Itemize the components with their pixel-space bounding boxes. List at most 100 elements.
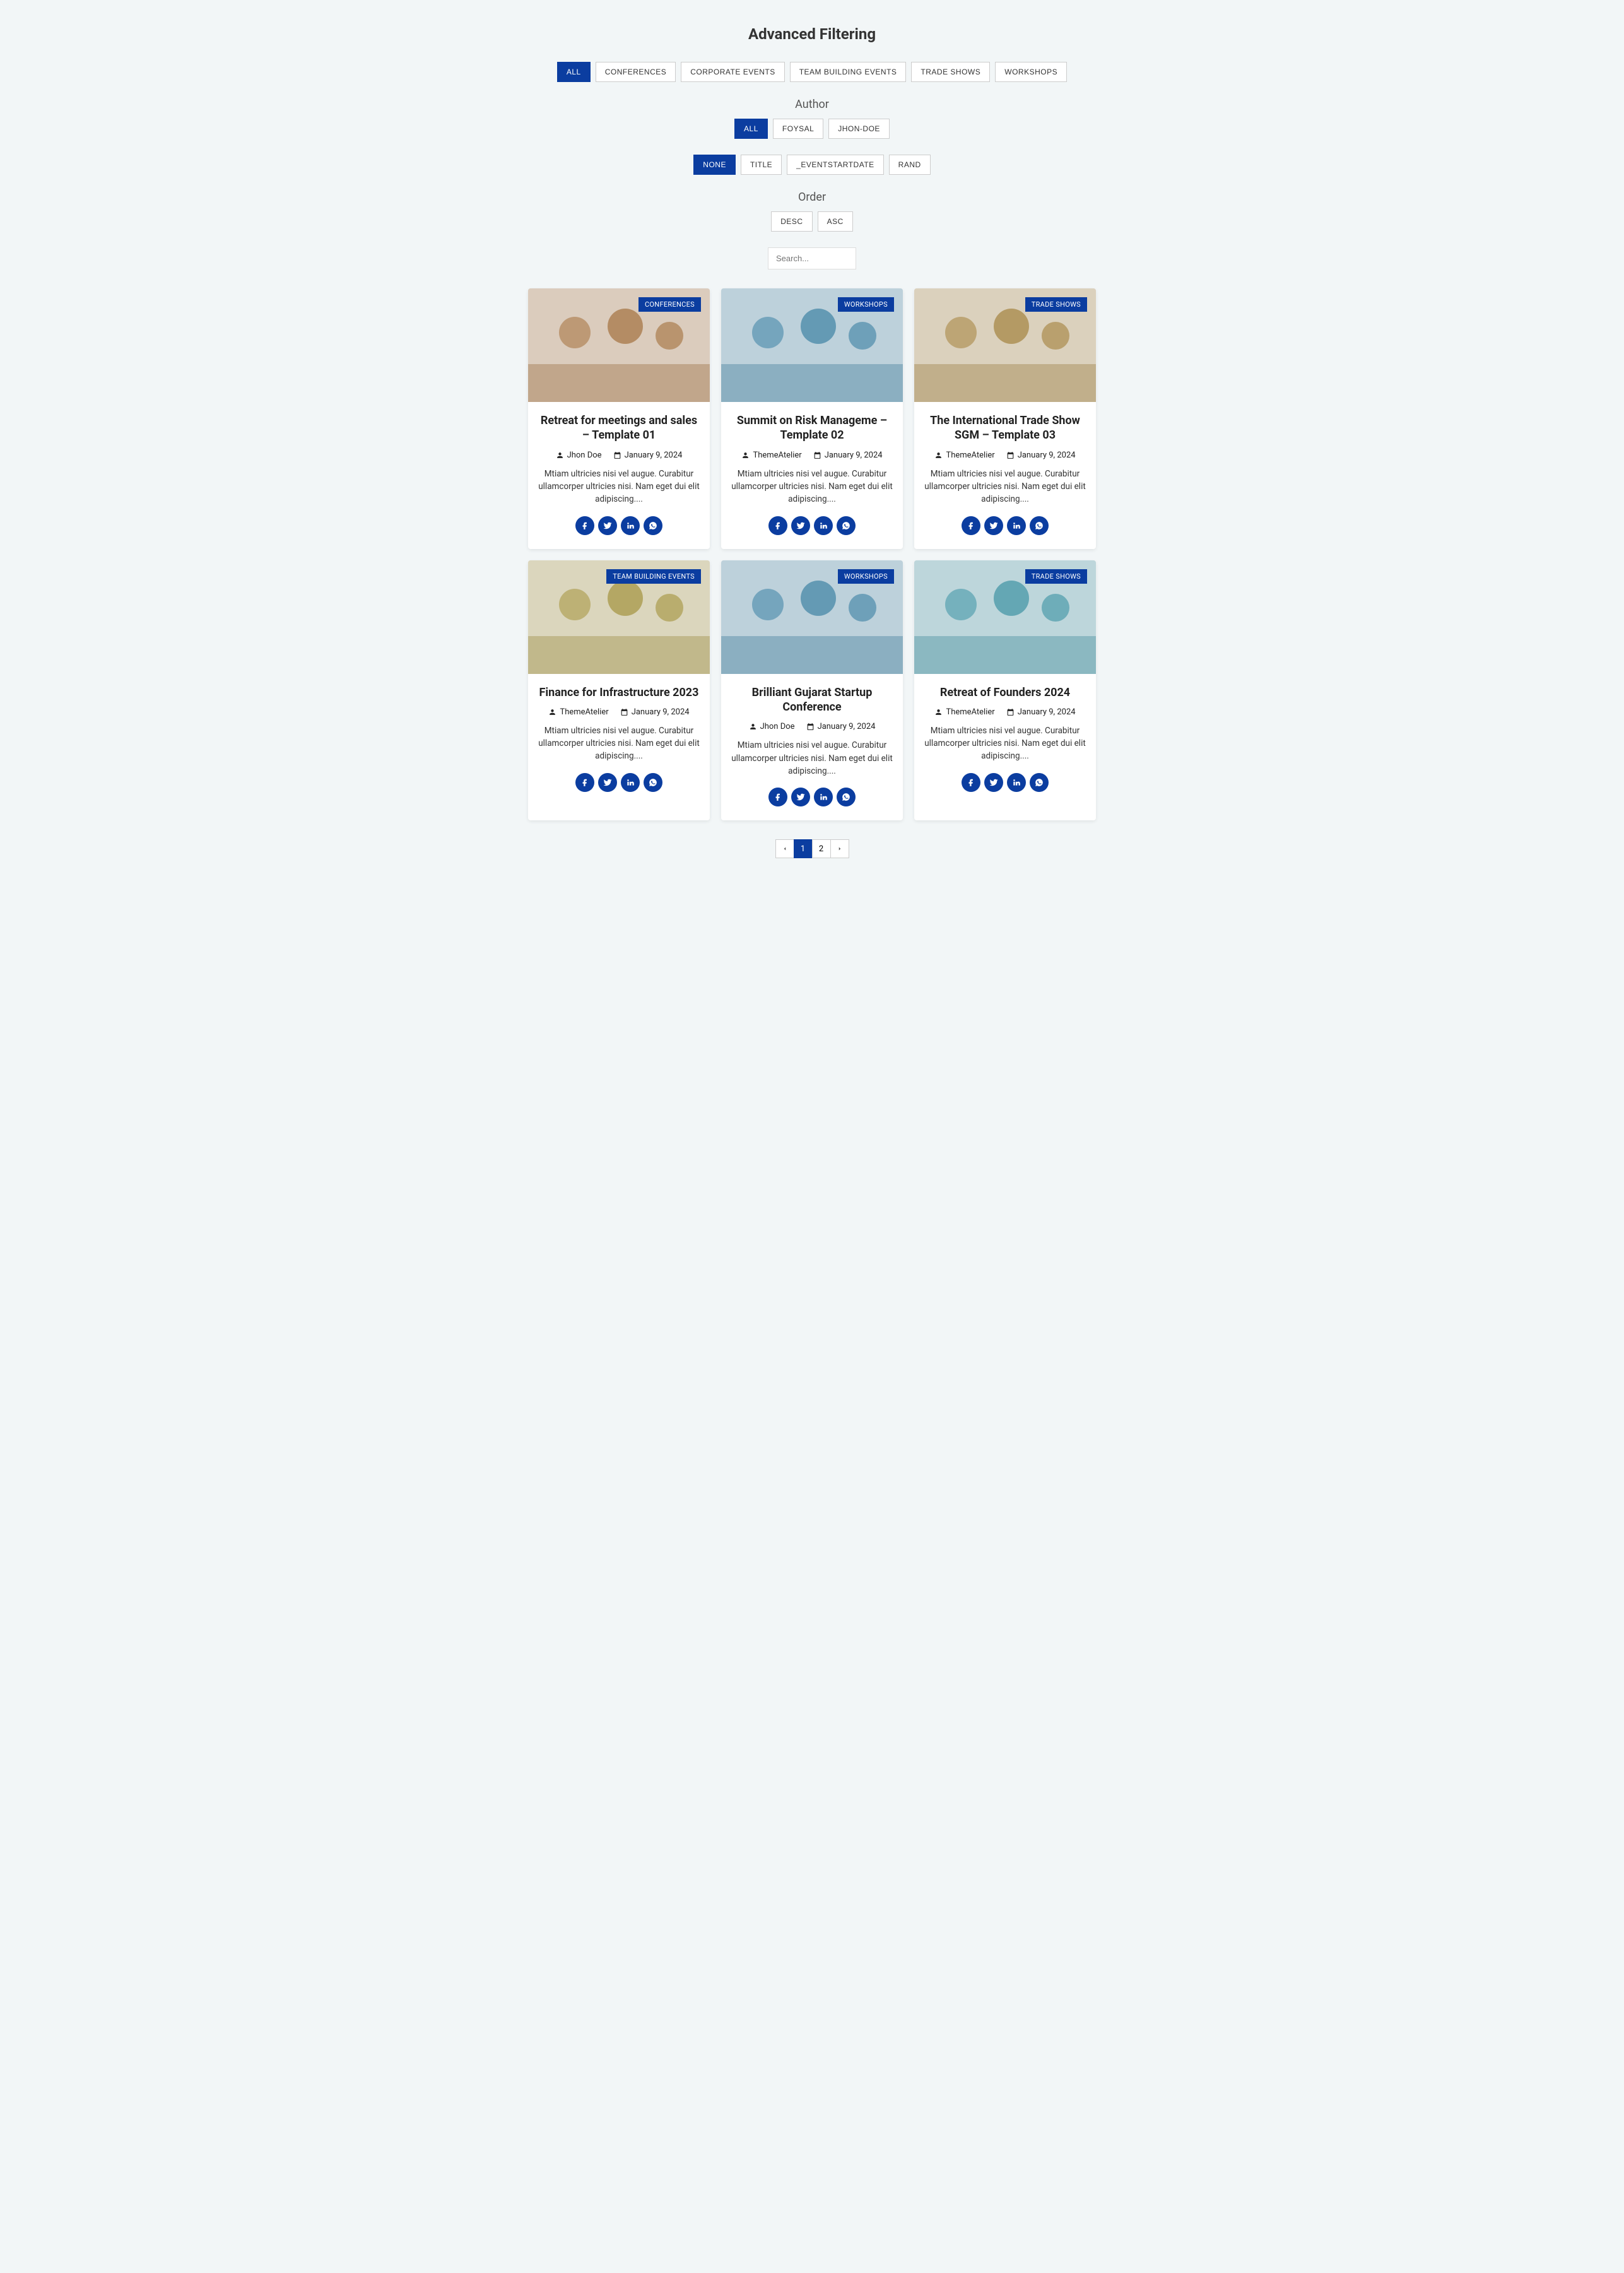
card-tag[interactable]: TEAM BUILDING EVENTS: [606, 569, 701, 584]
card-excerpt: Mtiam ultricies nisi vel augue. Curabitu…: [731, 739, 893, 777]
twitter-icon[interactable]: [984, 773, 1003, 792]
sort-chip-2[interactable]: _EVENTSTARTDATE: [787, 155, 884, 175]
sort-chip-3[interactable]: RAND: [889, 155, 931, 175]
linkedin-icon[interactable]: [621, 516, 640, 535]
search-wrap: [528, 247, 1096, 269]
card-tag[interactable]: TRADE SHOWS: [1025, 569, 1087, 584]
card-tag[interactable]: CONFERENCES: [638, 297, 701, 312]
whatsapp-icon[interactable]: [837, 788, 856, 806]
card-date-label: January 9, 2024: [818, 722, 876, 731]
twitter-icon[interactable]: [791, 788, 810, 806]
card-author[interactable]: Jhon Doe: [749, 722, 795, 731]
category-chip-0[interactable]: ALL: [557, 62, 591, 82]
card-image[interactable]: TRADE SHOWS: [914, 560, 1096, 674]
card-author-label: ThemeAtelier: [753, 451, 801, 460]
card-author-label: ThemeAtelier: [946, 451, 994, 460]
card-title[interactable]: Summit on Risk Manageme – Template 02: [731, 413, 893, 443]
facebook-icon[interactable]: [768, 516, 787, 535]
card-tag[interactable]: WORKSHOPS: [838, 297, 894, 312]
card-excerpt: Mtiam ultricies nisi vel augue. Curabitu…: [924, 468, 1086, 506]
card-author[interactable]: Jhon Doe: [556, 451, 602, 460]
card-date[interactable]: January 9, 2024: [1006, 451, 1076, 460]
card-title[interactable]: Finance for Infrastructure 2023: [538, 685, 700, 700]
facebook-icon[interactable]: [768, 788, 787, 806]
card-date-label: January 9, 2024: [632, 707, 690, 717]
linkedin-icon[interactable]: [814, 516, 833, 535]
card-image[interactable]: WORKSHOPS: [721, 560, 903, 674]
author-chip-2[interactable]: JHON-DOE: [828, 119, 890, 139]
twitter-icon[interactable]: [598, 773, 617, 792]
linkedin-icon[interactable]: [1007, 773, 1026, 792]
page-prev[interactable]: [775, 839, 794, 858]
page-next[interactable]: [830, 839, 849, 858]
twitter-icon[interactable]: [791, 516, 810, 535]
facebook-icon[interactable]: [962, 773, 980, 792]
page-2[interactable]: 2: [812, 839, 831, 858]
facebook-icon[interactable]: [575, 516, 594, 535]
card-image[interactable]: TRADE SHOWS: [914, 288, 1096, 402]
linkedin-icon[interactable]: [814, 788, 833, 806]
author-chip-1[interactable]: FOYSAL: [773, 119, 823, 139]
category-chip-5[interactable]: WORKSHOPS: [995, 62, 1067, 82]
card-image[interactable]: TEAM BUILDING EVENTS: [528, 560, 710, 674]
whatsapp-icon[interactable]: [1030, 516, 1049, 535]
card-title[interactable]: Retreat for meetings and sales – Templat…: [538, 413, 700, 443]
sort-chip-0[interactable]: NONE: [693, 155, 736, 175]
card-image[interactable]: CONFERENCES: [528, 288, 710, 402]
whatsapp-icon[interactable]: [644, 773, 662, 792]
cards-grid: CONFERENCES Retreat for meetings and sal…: [528, 288, 1096, 820]
card-date[interactable]: January 9, 2024: [1006, 707, 1076, 717]
filter-author: Author ALLFOYSALJHON-DOE: [528, 98, 1096, 139]
filter-order: Order DESC ASC: [528, 191, 1096, 232]
card-author[interactable]: ThemeAtelier: [934, 451, 994, 460]
card: TRADE SHOWS The International Trade Show…: [914, 288, 1096, 549]
page-1[interactable]: 1: [794, 839, 813, 858]
category-chip-1[interactable]: CONFERENCES: [596, 62, 676, 82]
order-chip-0[interactable]: DESC: [771, 211, 812, 232]
card-author-label: ThemeAtelier: [946, 707, 994, 717]
card-image[interactable]: WORKSHOPS: [721, 288, 903, 402]
card-date[interactable]: January 9, 2024: [620, 707, 690, 717]
card-date[interactable]: January 9, 2024: [806, 722, 876, 731]
facebook-icon[interactable]: [962, 516, 980, 535]
category-chip-3[interactable]: TEAM BUILDING EVENTS: [790, 62, 907, 82]
twitter-icon[interactable]: [984, 516, 1003, 535]
card-date[interactable]: January 9, 2024: [613, 451, 683, 460]
card-tag[interactable]: TRADE SHOWS: [1025, 297, 1087, 312]
filter-sort: NONETITLE_EVENTSTARTDATERAND: [528, 155, 1096, 175]
card-date-label: January 9, 2024: [625, 451, 683, 460]
card-author[interactable]: ThemeAtelier: [741, 451, 801, 460]
card: TEAM BUILDING EVENTS Finance for Infrast…: [528, 560, 710, 821]
whatsapp-icon[interactable]: [837, 516, 856, 535]
card-title[interactable]: Retreat of Founders 2024: [924, 685, 1086, 700]
linkedin-icon[interactable]: [621, 773, 640, 792]
card-author-label: ThemeAtelier: [560, 707, 608, 717]
card-tag[interactable]: WORKSHOPS: [838, 569, 894, 584]
sort-chip-1[interactable]: TITLE: [741, 155, 782, 175]
category-chip-4[interactable]: TRADE SHOWS: [911, 62, 990, 82]
card-excerpt: Mtiam ultricies nisi vel augue. Curabitu…: [731, 468, 893, 506]
search-input[interactable]: [768, 247, 856, 269]
linkedin-icon[interactable]: [1007, 516, 1026, 535]
card: WORKSHOPS Summit on Risk Manageme – Temp…: [721, 288, 903, 549]
twitter-icon[interactable]: [598, 516, 617, 535]
whatsapp-icon[interactable]: [1030, 773, 1049, 792]
filter-order-label: Order: [528, 191, 1096, 204]
category-chip-2[interactable]: CORPORATE EVENTS: [681, 62, 784, 82]
card-date[interactable]: January 9, 2024: [813, 451, 883, 460]
card-date-label: January 9, 2024: [1018, 707, 1076, 717]
card-title[interactable]: Brilliant Gujarat Startup Conference: [731, 685, 893, 715]
whatsapp-icon[interactable]: [644, 516, 662, 535]
card: CONFERENCES Retreat for meetings and sal…: [528, 288, 710, 549]
author-chip-0[interactable]: ALL: [734, 119, 768, 139]
card-title[interactable]: The International Trade Show SGM – Templ…: [924, 413, 1086, 443]
filter-categories: ALLCONFERENCESCORPORATE EVENTS TEAM BUILD…: [528, 62, 1096, 82]
card: WORKSHOPS Brilliant Gujarat Startup Conf…: [721, 560, 903, 821]
order-chip-1[interactable]: ASC: [818, 211, 853, 232]
filter-author-label: Author: [528, 98, 1096, 111]
card-author[interactable]: ThemeAtelier: [934, 707, 994, 717]
card-author[interactable]: ThemeAtelier: [548, 707, 608, 717]
facebook-icon[interactable]: [575, 773, 594, 792]
page-title: Advanced Filtering: [528, 25, 1096, 43]
card: TRADE SHOWS Retreat of Founders 2024 The…: [914, 560, 1096, 821]
